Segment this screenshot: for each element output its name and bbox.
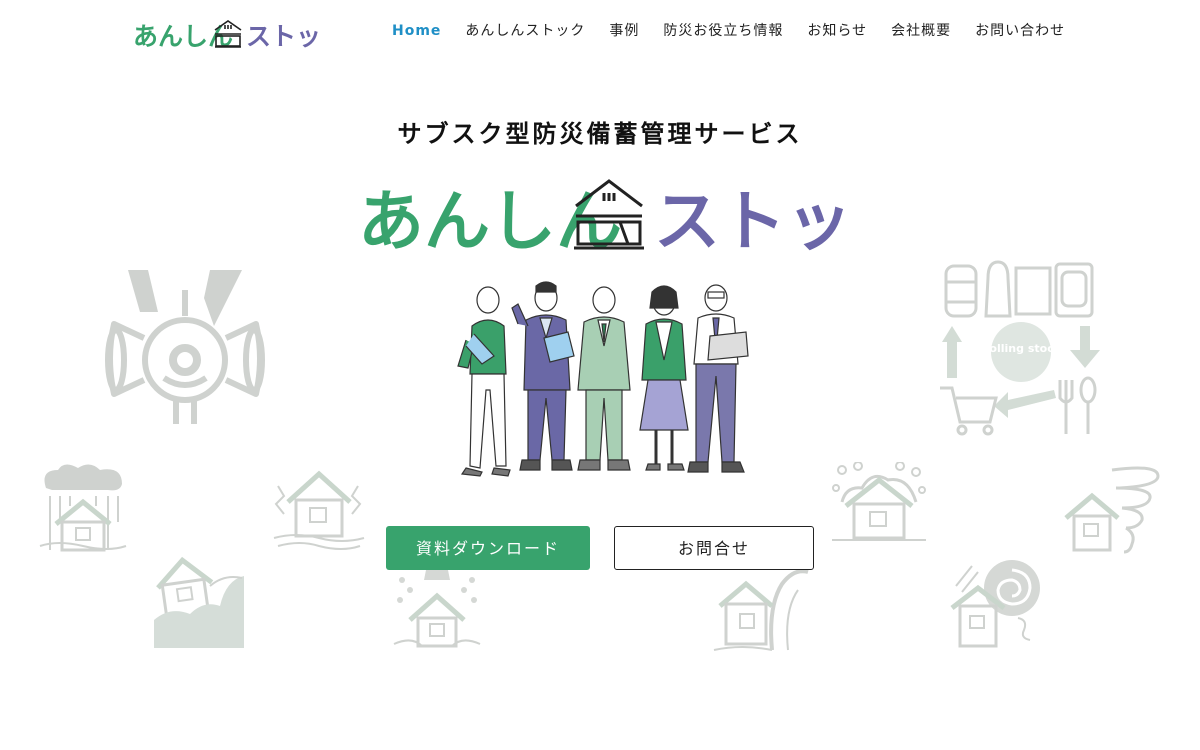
contact-button[interactable]: お問合せ	[614, 526, 814, 570]
nav-news[interactable]: お知らせ	[807, 20, 867, 42]
logo-text-purple: ストック	[246, 22, 319, 51]
volcano-house-icon	[393, 560, 481, 648]
people-illustration	[457, 281, 749, 477]
siren-icon	[105, 270, 265, 424]
site-header: あんしん ストック Home あんしんストック 事例 防災お役立ち情報 お知らせ…	[0, 0, 1200, 62]
flood-rain-house-icon	[39, 464, 127, 552]
tornado-house-icon	[1064, 466, 1160, 554]
main-nav: Home あんしんストック 事例 防災お役立ち情報 お知らせ 会社概要 お問い合…	[392, 20, 1065, 42]
snow-house-icon	[832, 462, 926, 541]
nav-company[interactable]: 会社概要	[891, 20, 951, 42]
site-logo[interactable]: あんしん ストック	[133, 16, 319, 52]
landslide-house-icon	[154, 556, 244, 648]
typhoon-house-icon	[950, 560, 1040, 648]
nav-case-studies[interactable]: 事例	[609, 20, 639, 42]
hero-logo-text-purple: ストック	[654, 183, 844, 256]
hero-tagline: サブスク型防災備蓄管理サービス	[397, 120, 803, 148]
tsunami-house-icon	[713, 569, 809, 651]
earthquake-house-icon	[273, 470, 365, 550]
nav-disaster-info[interactable]: 防災お役立ち情報	[663, 20, 783, 42]
nav-anshin-stock[interactable]: あんしんストック	[465, 20, 585, 42]
nav-contact[interactable]: お問い合わせ	[975, 20, 1065, 42]
rolling-stock-cycle-icon: Rolling stock	[940, 260, 1100, 436]
rolling-stock-badge: Rolling stock	[981, 342, 1062, 355]
download-materials-button[interactable]: 資料ダウンロード	[386, 526, 590, 570]
nav-home[interactable]: Home	[392, 20, 441, 42]
hero-logo: あんしん ストック	[358, 179, 844, 256]
